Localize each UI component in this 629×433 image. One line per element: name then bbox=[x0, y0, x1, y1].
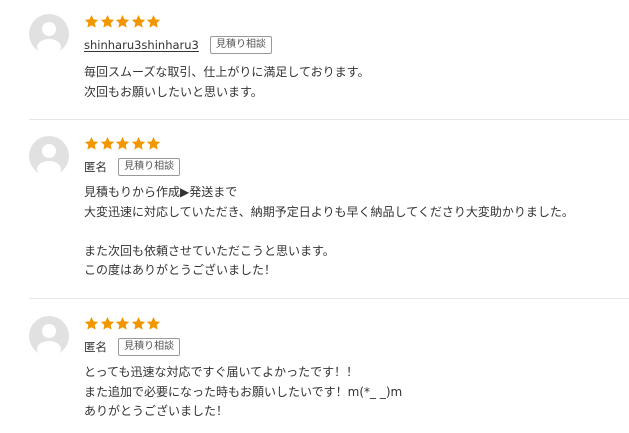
user-avatar-icon bbox=[29, 14, 69, 54]
review-meta: shinharu3shinharu3 見積り相談 bbox=[84, 36, 272, 54]
star-icon bbox=[100, 14, 115, 29]
request-type-badge: 見積り相談 bbox=[118, 158, 181, 176]
star-icon bbox=[115, 136, 130, 151]
user-avatar-icon bbox=[29, 136, 69, 176]
review-item: 匿名 見積り相談 見積もりから作成▶発送まで 大変迅速に対応していただき、納期予… bbox=[0, 136, 629, 286]
star-rating bbox=[84, 316, 162, 332]
star-icon bbox=[84, 316, 99, 331]
user-avatar-icon bbox=[29, 316, 69, 356]
review-text-line: この度はありがとうございました！ bbox=[84, 263, 277, 277]
reviewer-name: 匿名 bbox=[84, 340, 107, 354]
request-type-badge: 見積り相談 bbox=[209, 36, 272, 54]
review-text-line: 見積もりから作成▶発送まで bbox=[84, 185, 238, 199]
star-icon bbox=[100, 316, 115, 331]
star-icon bbox=[146, 14, 161, 29]
review-text-line: 大変迅速に対応していただき、納期予定日よりも早く納品してくださり大変助かりました… bbox=[84, 204, 574, 219]
star-icon bbox=[131, 14, 146, 29]
star-rating bbox=[84, 14, 162, 30]
star-icon bbox=[115, 316, 130, 331]
review-list: shinharu3shinharu3 見積り相談 毎回スムーズな取引、仕上がりに… bbox=[0, 0, 629, 433]
review-text-line: 毎回スムーズな取引、仕上がりに満足しております。 bbox=[84, 65, 370, 79]
reviewer-name: 匿名 bbox=[84, 160, 107, 174]
review-divider bbox=[29, 119, 629, 120]
star-icon bbox=[84, 136, 99, 151]
review-text: とっても迅速な対応ですぐ届いてよかったです！！ また追加で必要になった時もお願い… bbox=[84, 363, 402, 422]
reviewer-name-link[interactable]: shinharu3shinharu3 bbox=[84, 36, 199, 54]
star-icon bbox=[84, 14, 99, 29]
request-type-badge: 見積り相談 bbox=[118, 338, 181, 356]
review-text-line: また次回も依頼させていただこうと思います。 bbox=[84, 243, 335, 258]
review-text-line bbox=[84, 222, 574, 242]
star-rating bbox=[84, 136, 162, 152]
review-item: 匿名 見積り相談 とっても迅速な対応ですぐ届いてよかったです！！ また追加で必要… bbox=[0, 316, 629, 426]
review-meta: 匿名 見積り相談 bbox=[84, 158, 181, 176]
star-icon bbox=[131, 316, 146, 331]
star-icon bbox=[146, 316, 161, 331]
star-icon bbox=[100, 136, 115, 151]
review-meta: 匿名 見積り相談 bbox=[84, 338, 181, 356]
review-text: 見積もりから作成▶発送まで 大変迅速に対応していただき、納期予定日よりも早く納品… bbox=[84, 183, 574, 281]
star-icon bbox=[115, 14, 130, 29]
review-item: shinharu3shinharu3 見積り相談 毎回スムーズな取引、仕上がりに… bbox=[0, 14, 629, 106]
review-text: 毎回スムーズな取引、仕上がりに満足しております。 次回もお願いしたいと思います。 bbox=[84, 63, 369, 102]
star-icon bbox=[131, 136, 146, 151]
review-text-line: 次回もお願いしたいと思います。 bbox=[84, 84, 263, 99]
star-icon bbox=[146, 136, 161, 151]
review-text-line: ありがとうございました！ bbox=[84, 404, 229, 418]
review-text-line: また追加で必要になった時もお願いしたいです！m(*_ _)m bbox=[84, 384, 403, 399]
review-text-line: とっても迅速な対応ですぐ届いてよかったです！！ bbox=[84, 365, 359, 379]
review-divider bbox=[29, 298, 629, 299]
